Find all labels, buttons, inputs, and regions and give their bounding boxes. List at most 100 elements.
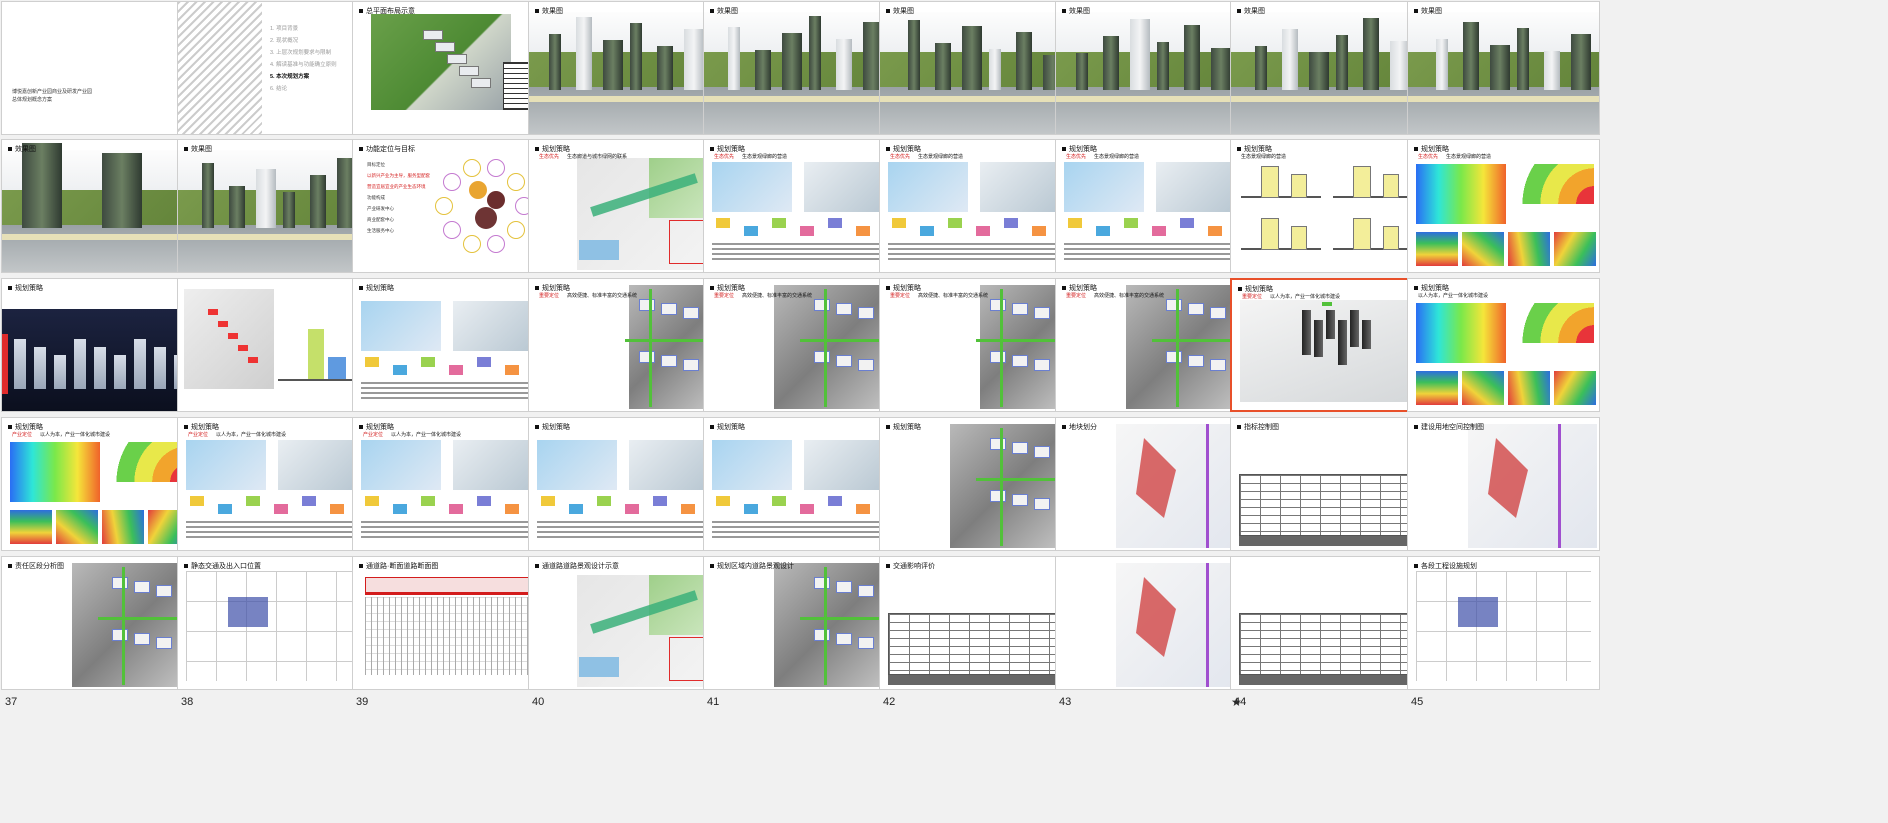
slide-thumbnail[interactable]: 规划策略生态优先生态景观绿廊的营造18 bbox=[1407, 139, 1600, 291]
slide-preview[interactable]: 效果图 bbox=[177, 139, 370, 273]
slide-thumbnail[interactable]: 地块划分34 bbox=[1055, 417, 1248, 569]
slide-preview[interactable]: 建设用地空间控制图 bbox=[1407, 417, 1600, 551]
slide-preview[interactable]: 总平面布局示意 bbox=[352, 1, 545, 135]
slide-thumbnail[interactable]: 规划策略产业定位以人为本，产业一体化城市建设29 bbox=[177, 417, 370, 569]
slide-preview[interactable]: 规划策略 重要定位 高效便捷、标准丰富的交通系统 bbox=[1055, 278, 1248, 412]
slide-preview[interactable]: 规划策略 bbox=[1, 278, 194, 412]
slide-thumbnail[interactable]: 规划策略生态优先生态廊道与城市绿网的联系13★ bbox=[528, 139, 721, 292]
slide-graphic bbox=[1152, 226, 1166, 236]
slide-preview[interactable]: 规划策略 重要定位 高效便捷、标准丰富的交通系统 bbox=[528, 278, 721, 412]
slide-graphic bbox=[22, 143, 62, 228]
body-text bbox=[712, 518, 882, 541]
slide-thumbnail[interactable]: 效果图5 bbox=[703, 1, 896, 153]
slide-preview[interactable]: 规划策略 以人为本，产业一体化城市建设 bbox=[1407, 278, 1600, 412]
slide-preview[interactable]: 1. 项目背景 2. 现状概况 3. 上层次规划要求与限制 4. 解读基准与功能确立原… bbox=[177, 1, 370, 135]
slide-thumbnail[interactable]: 效果图8 bbox=[1230, 1, 1423, 153]
slide-thumbnail[interactable]: 规划策略32 bbox=[703, 417, 896, 569]
slide-thumbnail[interactable]: 效果图10 bbox=[1, 139, 194, 291]
slide-preview[interactable]: 规划策略 bbox=[528, 417, 721, 551]
slide-preview[interactable]: 效果图 bbox=[1055, 1, 1248, 135]
slide-graphic bbox=[477, 496, 491, 506]
slide-thumbnail[interactable]: 效果图9 bbox=[1407, 1, 1600, 153]
slide-thumbnail[interactable]: 静态交通及出入口位置 38 bbox=[177, 556, 370, 708]
slide-thumbnail[interactable]: 规划策略19 bbox=[1, 278, 194, 430]
slide-preview[interactable] bbox=[177, 278, 370, 412]
slide-thumbnail[interactable]: 责任区段分析图 37 bbox=[1, 556, 194, 708]
slide-preview[interactable]: 规划策略 产业定位 以人为本，产业一体化城市建设 bbox=[352, 417, 545, 551]
slide-preview[interactable]: 规划策略 bbox=[879, 417, 1072, 551]
slide-preview[interactable]: 规划策略 bbox=[703, 417, 896, 551]
slide-preview[interactable]: 效果图 bbox=[879, 1, 1072, 135]
slide-preview[interactable]: 规划策略 产业定位 以人为本，产业一体化城市建设 bbox=[1, 417, 194, 551]
slide-caption: 高效便捷、标准丰富的交通系统 bbox=[918, 293, 989, 299]
slide-preview-selected[interactable]: 规划策略 重要定位 以人为本，产业一体化城市建设 bbox=[1230, 278, 1423, 412]
slide-preview[interactable]: 目标定位 以新兴产业为主导，服务型配套 营造宜居宜业的产业生态环境 功能构成 产业研发中… bbox=[352, 139, 545, 273]
slide-preview[interactable]: 规划策略 重要定位 高效便捷、标准丰富的交通系统 bbox=[879, 278, 1072, 412]
slide-preview[interactable]: 规划策略 bbox=[352, 278, 545, 412]
slide-preview[interactable]: 效果图 bbox=[528, 1, 721, 135]
slide-thumbnail[interactable]: 建设用地空间控制图36 bbox=[1407, 417, 1600, 569]
slide-thumbnail[interactable]: 44 bbox=[1230, 556, 1423, 708]
slide-preview[interactable]: 指标控制图 bbox=[1230, 417, 1423, 551]
slide-thumbnail[interactable]: 规划策略重要定位高效便捷、标准丰富的交通系统23 bbox=[703, 278, 896, 430]
slide-preview[interactable]: 规划策略 生态优先 生态景观绿廊的营造 bbox=[703, 139, 896, 273]
slide-preview[interactable]: 规划策略 生态优先 生态廊道与城市绿网的联系 bbox=[528, 139, 721, 273]
slide-preview[interactable]: 通道路道路景观设计示意 bbox=[528, 556, 721, 690]
slide-thumbnail[interactable]: 通道路·断面道路断面图 39 bbox=[352, 556, 545, 708]
slide-preview[interactable]: 地块划分 bbox=[1055, 417, 1248, 551]
slide-thumbnail[interactable]: 规划策略重要定位高效便捷、标准丰富的交通系统24 bbox=[879, 278, 1072, 430]
slide-preview[interactable]: 各段工程设施规划 bbox=[1407, 556, 1600, 690]
slide-title: 效果图 bbox=[1414, 6, 1442, 16]
slide-thumbnail[interactable]: 规划策略生态优先生态景观绿廊的营造14 bbox=[703, 139, 896, 291]
slide-thumbnail[interactable]: 效果图11 bbox=[177, 139, 370, 291]
slide-thumbnail[interactable]: 指标控制图35 bbox=[1230, 417, 1423, 569]
slide-preview[interactable]: 效果图 bbox=[703, 1, 896, 135]
slide-thumbnail[interactable]: 规划策略重要定位高效便捷、标准丰富的交通系统25 bbox=[1055, 278, 1248, 430]
slide-thumbnail[interactable]: 规划策略以人为本，产业一体化城市建设27 bbox=[1407, 278, 1600, 430]
slide-thumbnail[interactable]: 规划策略31 bbox=[528, 417, 721, 569]
slide-preview[interactable]: 博悦嘉创新产业园商业及研发产业园 总体规划概念方案 bbox=[1, 1, 194, 135]
slide-thumbnail[interactable]: 效果图6 bbox=[879, 1, 1072, 153]
slide-thumbnail[interactable]: 规划区域内道路景观设计 41 bbox=[703, 556, 896, 708]
slide-preview[interactable] bbox=[1055, 556, 1248, 690]
slide-thumbnail[interactable]: 通道路道路景观设计示意 40 bbox=[528, 556, 721, 708]
slide-preview[interactable]: 静态交通及出入口位置 bbox=[177, 556, 370, 690]
slide-thumbnail[interactable]: 规划策略生态景观绿廊的营造17 bbox=[1230, 139, 1423, 291]
slide-preview[interactable]: 效果图 bbox=[1407, 1, 1600, 135]
slide-thumbnail[interactable]: 各段工程设施规划 45 bbox=[1407, 556, 1600, 708]
slide-thumbnail[interactable]: 规划策略33 bbox=[879, 417, 1072, 569]
slide-preview[interactable]: 规划策略 重要定位 高效便捷、标准丰富的交通系统 bbox=[703, 278, 896, 412]
slide-thumbnail[interactable]: 博悦嘉创新产业园商业及研发产业园总体规划概念方案1 bbox=[1, 1, 194, 153]
slide-title-text: 规划策略 bbox=[542, 285, 570, 292]
slide-preview[interactable]: 责任区段分析图 bbox=[1, 556, 194, 690]
slide-preview[interactable]: 效果图 bbox=[1, 139, 194, 273]
slide-thumbnail[interactable]: 交通影响评价 42 bbox=[879, 556, 1072, 708]
slide-graphic bbox=[459, 66, 479, 76]
slide-preview[interactable]: 规划策略 产业定位 以人为本，产业一体化城市建设 bbox=[177, 417, 370, 551]
slide-preview[interactable]: 通道路·断面道路断面图 bbox=[352, 556, 545, 690]
slide-thumbnail[interactable]: 43 ★ bbox=[1055, 556, 1248, 709]
slide-thumbnail[interactable]: 规划策略产业定位以人为本，产业一体化城市建设28 bbox=[1, 417, 194, 569]
slide-preview[interactable]: 规划策略 生态优先 生态景观绿廊的营造 bbox=[1407, 139, 1600, 273]
slide-title-text: 效果图 bbox=[542, 8, 563, 15]
slide-thumbnail[interactable]: 规划策略生态优先生态景观绿廊的营造15★ bbox=[879, 139, 1072, 292]
slide-graphic bbox=[1353, 218, 1371, 250]
slide-preview[interactable]: 规划策略 生态优先 生态景观绿廊的营造 bbox=[1055, 139, 1248, 273]
slide-preview[interactable]: 规划策略 生态优先 生态景观绿廊的营造 bbox=[879, 139, 1072, 273]
slide-thumbnail[interactable]: 目标定位 以新兴产业为主导，服务型配套 营造宜居宜业的产业生态环境 功能构成 产业研发中… bbox=[352, 139, 545, 291]
slide-preview[interactable] bbox=[1230, 556, 1423, 690]
slide-thumbnail[interactable]: 1. 项目背景 2. 现状概况 3. 上层次规划要求与限制 4. 解读基准与功能确立原… bbox=[177, 1, 370, 153]
slide-thumbnail[interactable]: 效果图4 bbox=[528, 1, 721, 153]
slide-preview[interactable]: 规划区域内道路景观设计 bbox=[703, 556, 896, 690]
slide-preview[interactable]: 效果图 bbox=[1230, 1, 1423, 135]
slide-thumbnail[interactable]: 规划策略产业定位以人为本，产业一体化城市建设30 bbox=[352, 417, 545, 569]
slide-thumbnail[interactable]: 规划策略重要定位以人为本，产业一体化城市建设26 bbox=[1230, 278, 1423, 430]
slide-thumbnail[interactable]: 效果图7 bbox=[1055, 1, 1248, 153]
slide-thumbnail[interactable]: 20 bbox=[177, 278, 370, 430]
slide-thumbnail[interactable]: 总平面布局示意3 bbox=[352, 1, 545, 153]
slide-thumbnail[interactable]: 规划策略21★ bbox=[352, 278, 545, 431]
slide-preview[interactable]: 规划策略 生态景观绿廊的营造 bbox=[1230, 139, 1423, 273]
slide-thumbnail[interactable]: 规划策略重要定位高效便捷、标准丰富的交通系统22 bbox=[528, 278, 721, 430]
slide-thumbnail[interactable]: 规划策略生态优先生态景观绿廊的营造16 bbox=[1055, 139, 1248, 291]
slide-preview[interactable]: 交通影响评价 bbox=[879, 556, 1072, 690]
